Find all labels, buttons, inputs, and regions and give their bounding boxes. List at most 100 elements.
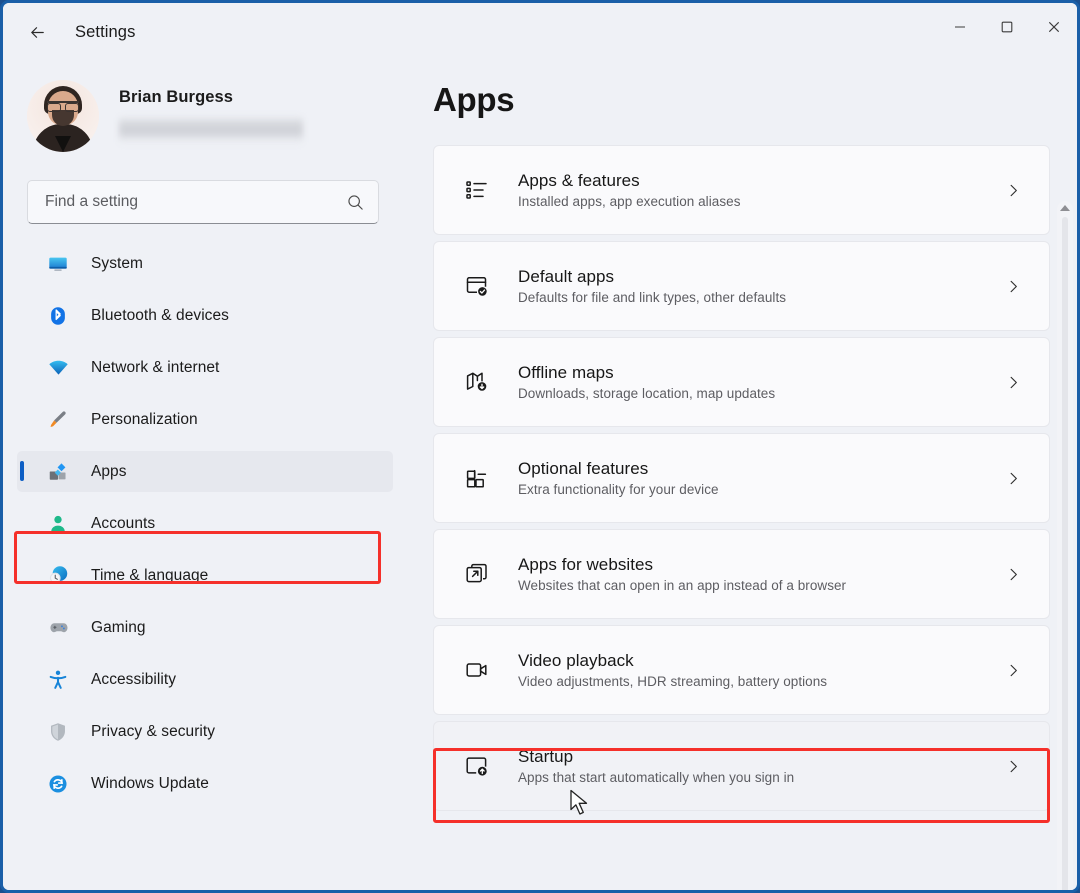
sidebar-item-windows-update[interactable]: Windows Update [17,763,393,804]
search-box[interactable] [27,180,379,224]
card-subtitle: Apps that start automatically when you s… [518,770,1006,785]
back-button[interactable] [17,12,57,52]
back-arrow-icon [28,23,47,42]
card-text: Optional features Extra functionality fo… [518,459,1006,497]
profile-email-redacted [119,116,303,144]
sidebar-item-system[interactable]: System [17,243,393,284]
card-text: Startup Apps that start automatically wh… [518,747,1006,785]
card-text: Video playback Video adjustments, HDR st… [518,651,1006,689]
video-camera-icon [462,657,492,683]
minimize-button[interactable] [936,3,983,51]
scrollbar-thumb[interactable] [1062,217,1068,893]
bluetooth-icon [45,305,71,327]
card-title: Video playback [518,651,1006,671]
sidebar-item-apps[interactable]: Apps [17,451,393,492]
card-subtitle: Video adjustments, HDR streaming, batter… [518,674,1006,689]
card-apps-and-features[interactable]: Apps & features Installed apps, app exec… [433,145,1050,235]
profile-name: Brian Burgess [119,88,303,107]
card-subtitle: Websites that can open in an app instead… [518,578,1006,593]
scrollbar-up-arrow[interactable] [1057,201,1073,215]
monitor-icon [45,253,71,275]
clock-icon [45,564,71,587]
search-input[interactable] [45,193,346,211]
accessibility-icon [45,669,71,691]
card-text: Apps for websites Websites that can open… [518,555,1006,593]
person-icon [45,513,71,535]
sidebar: Brian Burgess [3,61,407,893]
sidebar-item-label: Privacy & security [91,723,215,741]
card-title: Apps & features [518,171,1006,191]
sidebar-item-label: Apps [91,463,127,481]
card-default-apps[interactable]: Default apps Defaults for file and link … [433,241,1050,331]
settings-window: Settings [0,0,1080,893]
wifi-icon [45,356,71,379]
chevron-right-icon [1006,183,1021,198]
sidebar-item-accounts[interactable]: Accounts [17,503,393,544]
card-offline-maps[interactable]: Offline maps Downloads, storage location… [433,337,1050,427]
card-optional-features[interactable]: Optional features Extra functionality fo… [433,433,1050,523]
map-download-icon [462,369,492,395]
sidebar-item-label: Bluetooth & devices [91,307,229,325]
sidebar-item-label: Network & internet [91,359,219,377]
list-icon [462,177,492,203]
chevron-right-icon [1006,375,1021,390]
card-title: Apps for websites [518,555,1006,575]
sidebar-item-label: Accounts [91,515,155,533]
maximize-button[interactable] [983,3,1030,51]
chevron-right-icon [1006,663,1021,678]
user-profile[interactable]: Brian Burgess [3,61,407,157]
sidebar-nav: System Bluetooth & devices [3,243,407,804]
sidebar-item-label: Windows Update [91,775,209,793]
sidebar-item-privacy-security[interactable]: Privacy & security [17,711,393,752]
active-indicator [20,461,24,481]
maximize-icon [1001,21,1013,33]
chevron-right-icon [1006,279,1021,294]
sidebar-item-bluetooth-devices[interactable]: Bluetooth & devices [17,295,393,336]
close-button[interactable] [1030,3,1077,51]
search-icon [346,193,365,212]
shield-icon [45,721,71,743]
avatar [27,80,99,152]
sidebar-item-label: Gaming [91,619,146,637]
window-controls [936,3,1077,51]
card-subtitle: Defaults for file and link types, other … [518,290,1006,305]
chevron-right-icon [1006,471,1021,486]
card-title: Offline maps [518,363,1006,383]
page-title: Apps [433,81,1077,119]
card-title: Default apps [518,267,1006,287]
sidebar-item-label: Accessibility [91,671,176,689]
paintbrush-icon [45,409,71,431]
sidebar-item-time-language[interactable]: Time & language [17,555,393,596]
card-text: Apps & features Installed apps, app exec… [518,171,1006,209]
main-scrollbar[interactable] [1057,201,1073,893]
sidebar-item-accessibility[interactable]: Accessibility [17,659,393,700]
startup-icon [462,753,492,779]
optional-features-icon [462,465,492,491]
external-link-icon [462,561,492,587]
settings-card-list: Apps & features Installed apps, app exec… [433,145,1050,811]
sidebar-item-label: Personalization [91,411,198,429]
minimize-icon [954,21,966,33]
card-video-playback[interactable]: Video playback Video adjustments, HDR st… [433,625,1050,715]
chevron-right-icon [1006,567,1021,582]
sidebar-item-gaming[interactable]: Gaming [17,607,393,648]
apps-icon [45,461,71,483]
card-text: Offline maps Downloads, storage location… [518,363,1006,401]
gamepad-icon [45,616,71,639]
sidebar-item-personalization[interactable]: Personalization [17,399,393,440]
chevron-right-icon [1006,759,1021,774]
sidebar-item-label: System [91,255,143,273]
card-subtitle: Downloads, storage location, map updates [518,386,1006,401]
update-icon [45,773,71,795]
card-subtitle: Installed apps, app execution aliases [518,194,1006,209]
card-subtitle: Extra functionality for your device [518,482,1006,497]
card-title: Startup [518,747,1006,767]
close-icon [1048,21,1060,33]
card-startup[interactable]: Startup Apps that start automatically wh… [433,721,1050,811]
card-title: Optional features [518,459,1006,479]
sidebar-item-label: Time & language [91,567,208,585]
default-apps-icon [462,273,492,299]
window-title: Settings [75,23,135,42]
card-apps-for-websites[interactable]: Apps for websites Websites that can open… [433,529,1050,619]
sidebar-item-network-internet[interactable]: Network & internet [17,347,393,388]
